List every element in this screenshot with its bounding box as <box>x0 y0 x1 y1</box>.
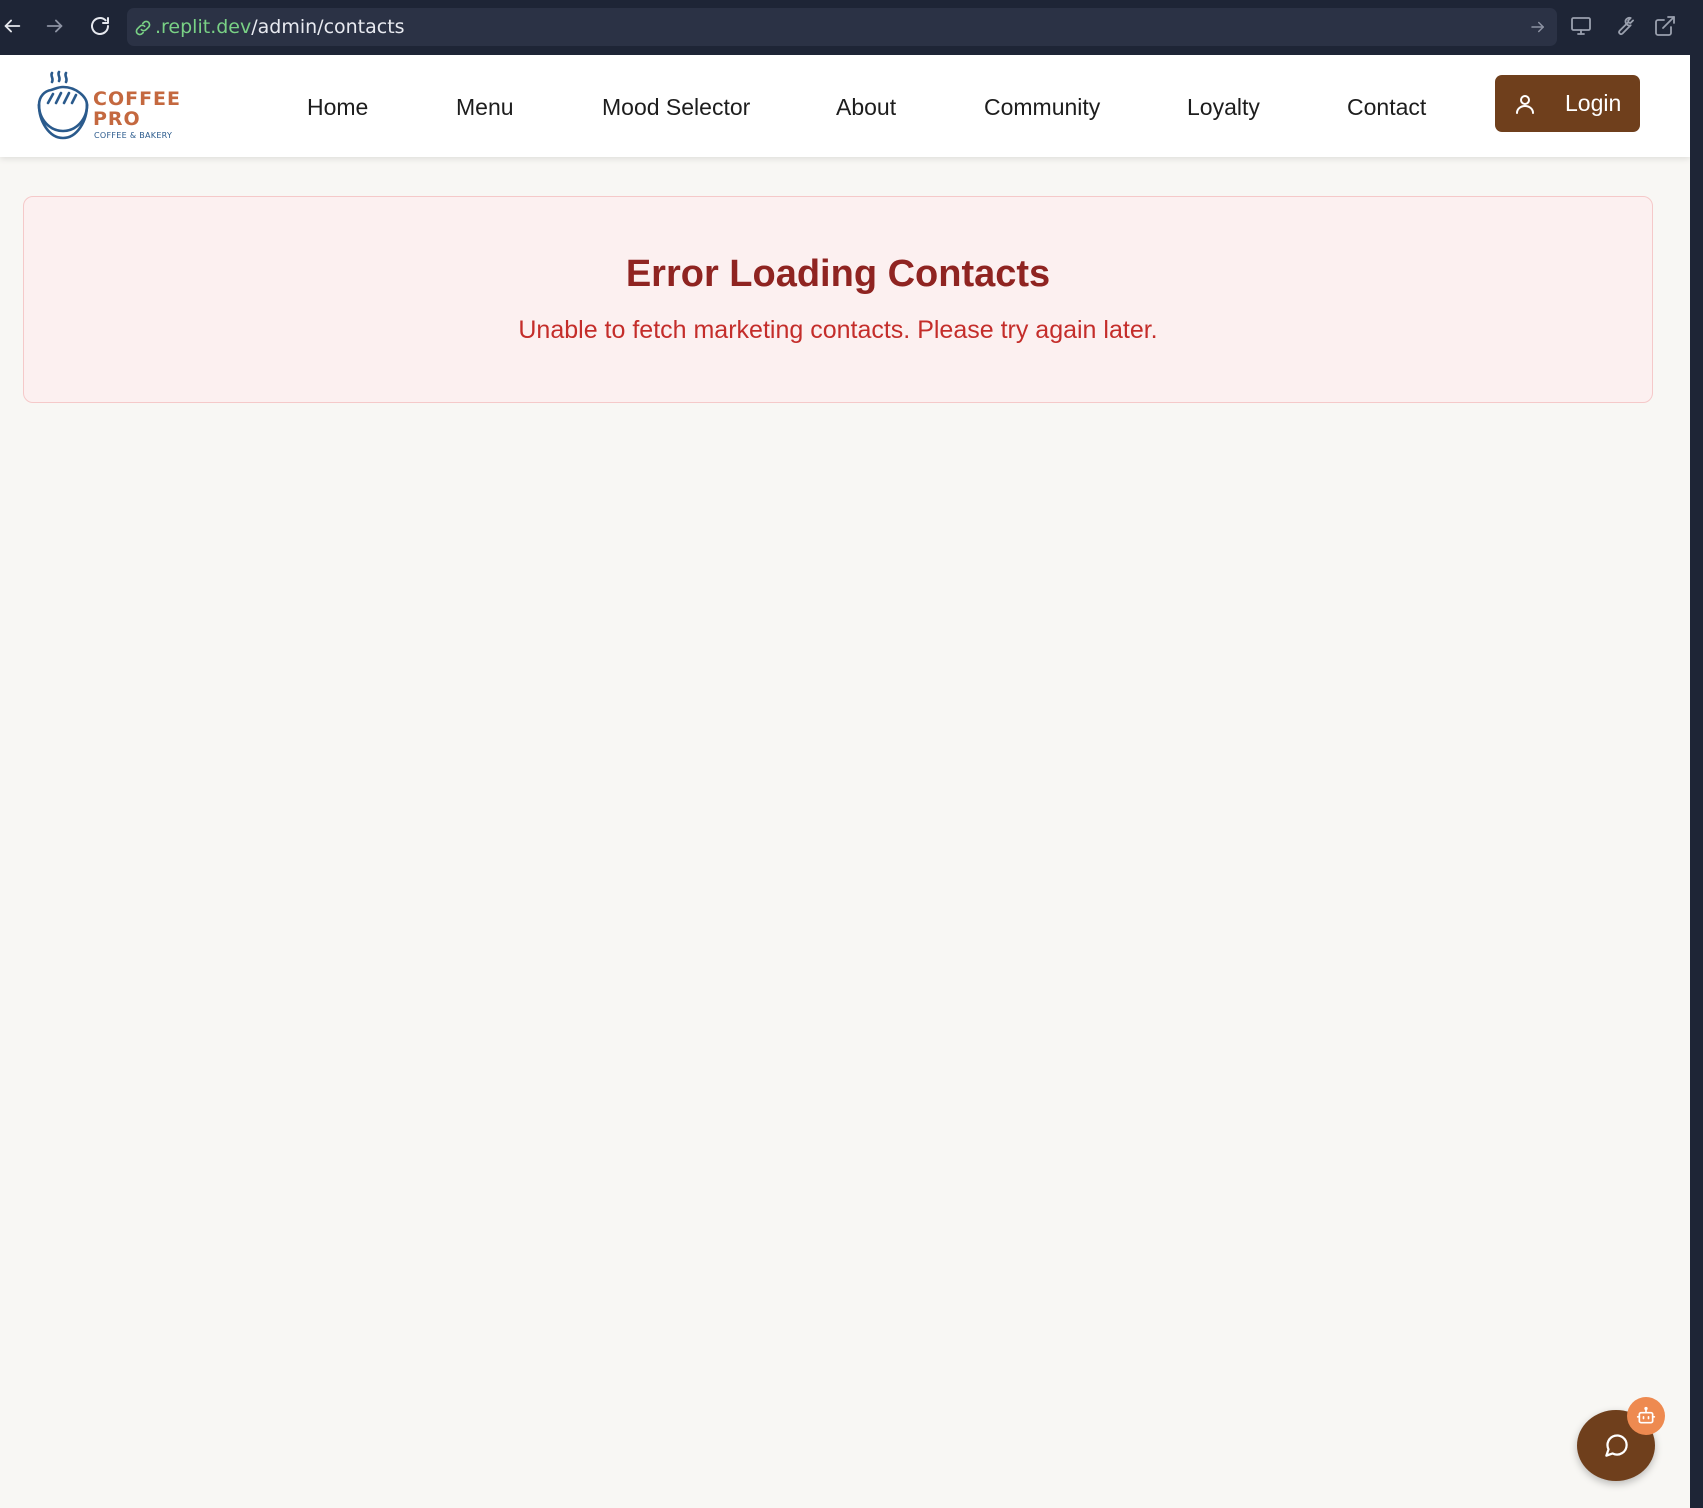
nav-item-home[interactable]: Home <box>307 93 368 121</box>
login-label: Login <box>1565 90 1622 116</box>
login-button[interactable]: Login <box>1495 75 1640 132</box>
bot-icon <box>1636 1406 1656 1426</box>
main-navigation: Home Menu Mood Selector About Community … <box>0 55 1690 157</box>
back-arrow-icon[interactable] <box>0 10 28 42</box>
user-icon <box>1513 92 1537 116</box>
page-viewport: COFFEE PRO COFFEE & BAKERY Home Menu Moo… <box>0 55 1690 1508</box>
forward-arrow-icon[interactable] <box>39 10 71 42</box>
nav-item-community[interactable]: Community <box>984 93 1100 121</box>
open-external-icon[interactable] <box>1652 13 1678 39</box>
site-header: COFFEE PRO COFFEE & BAKERY Home Menu Moo… <box>0 55 1690 157</box>
chat-bot-badge[interactable] <box>1627 1397 1665 1435</box>
go-arrow-icon[interactable] <box>1529 18 1547 36</box>
nav-item-menu[interactable]: Menu <box>456 93 514 121</box>
url-text: .replit.dev/admin/contacts <box>155 8 405 46</box>
link-icon <box>133 18 153 38</box>
error-title: Error Loading Contacts <box>625 253 1051 295</box>
window-edge <box>1690 55 1703 1508</box>
nav-item-about[interactable]: About <box>836 93 896 121</box>
browser-toolbar: .replit.dev/admin/contacts <box>0 0 1703 55</box>
nav-item-loyalty[interactable]: Loyalty <box>1187 93 1260 121</box>
nav-item-contact[interactable]: Contact <box>1347 93 1426 121</box>
error-panel: Error Loading Contacts Unable to fetch m… <box>23 196 1653 403</box>
address-bar[interactable]: .replit.dev/admin/contacts <box>127 8 1557 46</box>
url-path: /admin/contacts <box>251 16 405 38</box>
nav-item-mood-selector[interactable]: Mood Selector <box>602 93 750 121</box>
url-domain: .replit.dev <box>155 16 252 38</box>
wrench-icon[interactable] <box>1610 13 1636 39</box>
chat-bubble-icon <box>1603 1432 1630 1459</box>
reload-icon[interactable] <box>84 10 116 42</box>
error-message: Unable to fetch marketing contacts. Plea… <box>518 316 1158 344</box>
monitor-icon[interactable] <box>1568 13 1594 39</box>
